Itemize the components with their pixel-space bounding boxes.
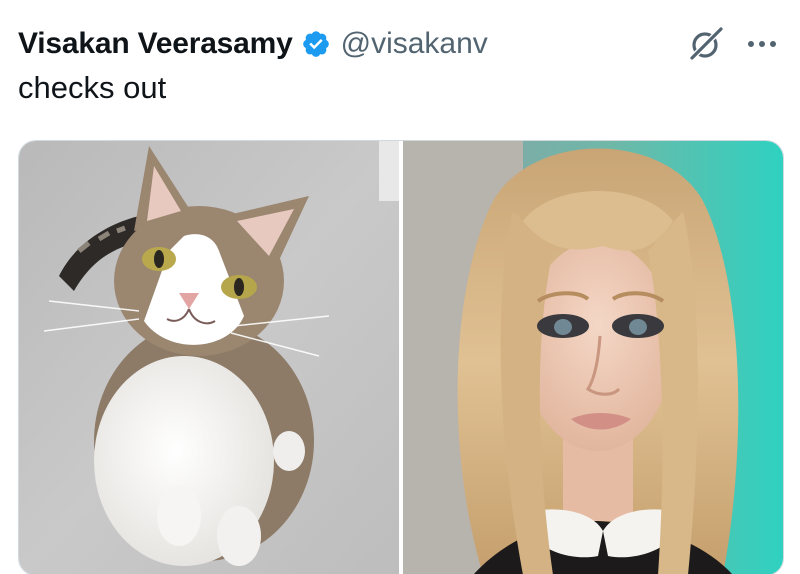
media-photo-cat[interactable]: [19, 141, 399, 574]
media-grid: [18, 140, 784, 574]
verified-badge-icon[interactable]: [301, 29, 331, 59]
woman-photo: [403, 141, 783, 574]
tweet-card[interactable]: Visakan Veerasamy @visakanv checks out: [0, 0, 800, 574]
cat-photo: [19, 141, 399, 574]
tweet-header: Visakan Veerasamy @visakanv: [18, 22, 780, 66]
author-handle[interactable]: @visakanv: [341, 27, 488, 61]
media-photo-woman[interactable]: [403, 141, 783, 574]
tweet-text: checks out: [18, 70, 167, 105]
more-dots-icon[interactable]: [744, 26, 780, 62]
author-display-name[interactable]: Visakan Veerasamy: [18, 27, 293, 61]
grok-icon[interactable]: [686, 24, 726, 64]
